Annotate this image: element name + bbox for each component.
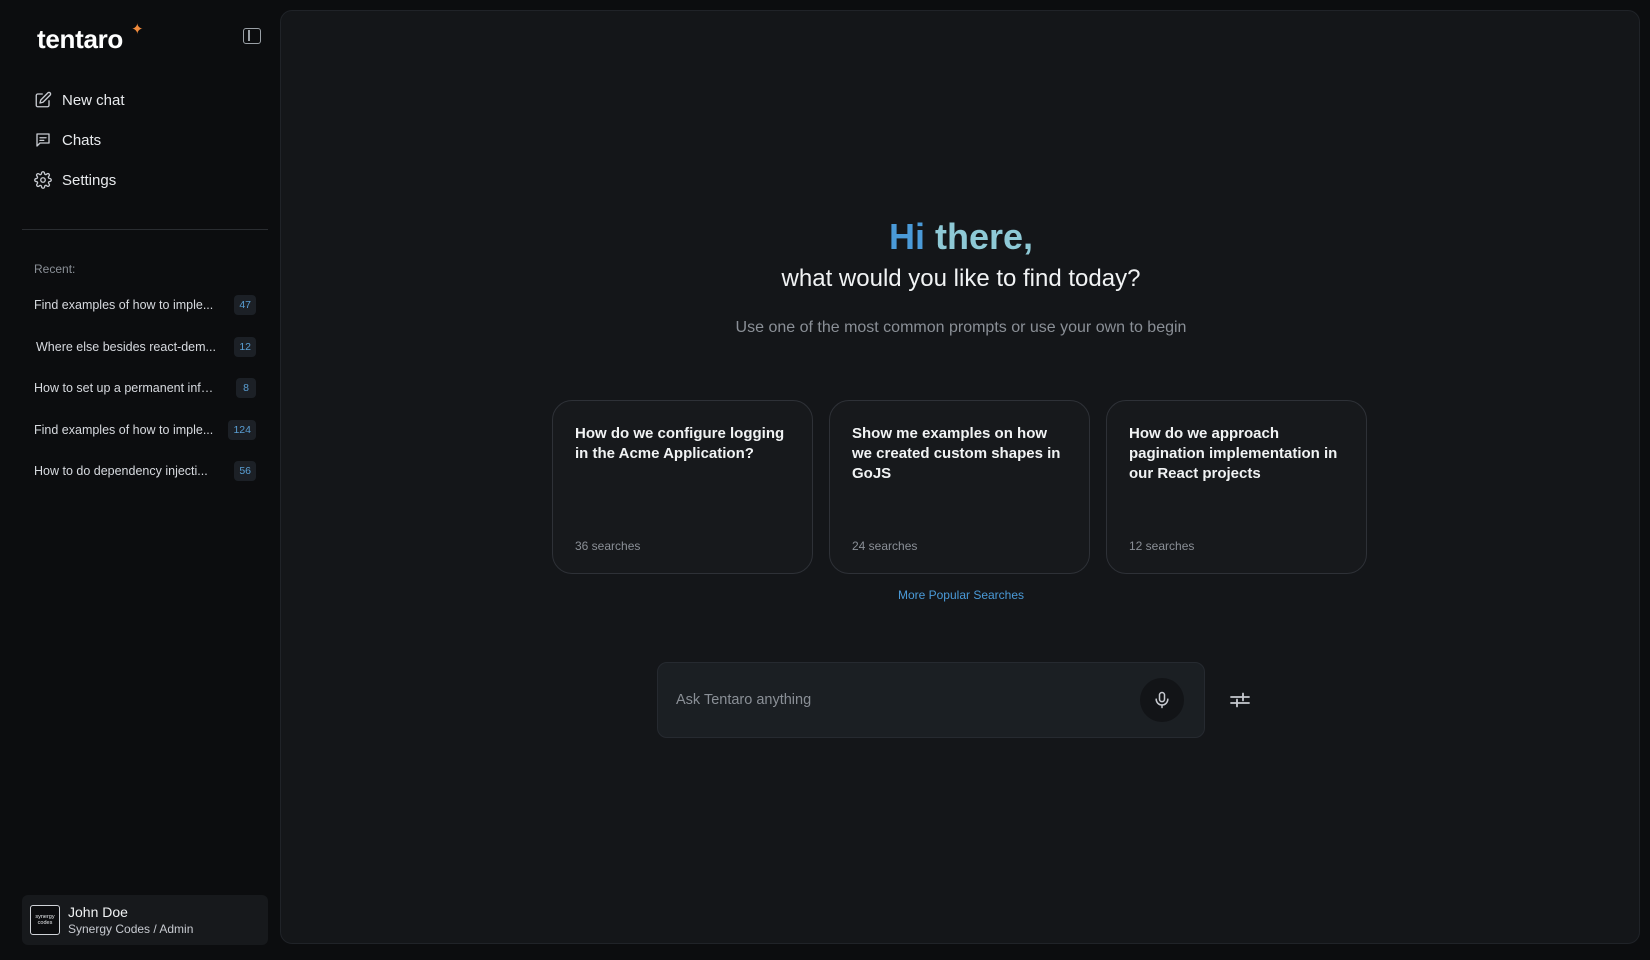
microphone-button[interactable] (1140, 678, 1184, 722)
recent-item-text: Find examples of how to imple... (34, 422, 214, 437)
sidebar-toggle-icon[interactable] (243, 28, 261, 44)
recent-count-badge: 56 (234, 461, 256, 481)
ask-input[interactable] (676, 687, 1116, 713)
recent-list: Find examples of how to imple... 47 Wher… (34, 295, 256, 503)
prompt-card[interactable]: Show me examples on how we created custo… (829, 400, 1090, 574)
greeting-hint: Use one of the most common prompts or us… (735, 319, 1187, 336)
prompt-card[interactable]: How do we configure logging in the Acme … (552, 400, 813, 574)
recent-count-badge: 12 (234, 336, 256, 357)
sidebar-item-label: New chat (62, 91, 125, 109)
prompt-cards: How do we configure logging in the Acme … (552, 400, 1367, 574)
recent-item[interactable]: How to set up a permanent info... 8 (34, 378, 256, 398)
main-panel: Hi there, what would you like to find to… (280, 10, 1640, 944)
recent-label: Recent: (34, 262, 76, 276)
greeting-there: there, (934, 216, 1034, 257)
sidebar-divider (22, 229, 268, 230)
gear-icon (34, 171, 52, 189)
recent-item[interactable]: Where else besides react-dem... 12 (34, 336, 256, 357)
prompt-card-title: How do we configure logging in the Acme … (575, 425, 785, 462)
prompt-card-title: Show me examples on how we created custo… (852, 425, 1061, 482)
greeting-title: Hi there, (281, 216, 1641, 258)
sliders-icon (1230, 692, 1250, 708)
chat-icon (36, 133, 50, 147)
prompt-card-title: How do we approach pagination implementa… (1129, 425, 1338, 482)
greeting-subtitle: what would you like to find today? (781, 265, 1141, 292)
recent-count-badge: 47 (234, 295, 256, 315)
more-popular-searches-link[interactable]: More Popular Searches (281, 588, 1641, 602)
prompt-card-count: 12 searches (1129, 539, 1195, 553)
filters-button[interactable] (1229, 691, 1251, 709)
sidebar: tentaro ✦ New chat Chats Settings Recent… (0, 0, 280, 960)
greeting-hi: Hi (888, 216, 925, 257)
user-name: John Doe (68, 904, 128, 920)
sidebar-nav: New chat Chats Settings (34, 88, 125, 208)
microphone-icon (1155, 691, 1169, 709)
avatar: synergy codes (30, 905, 60, 935)
brand-logo: tentaro (37, 24, 124, 54)
recent-count-badge: 124 (228, 419, 256, 440)
recent-item-text: Where else besides react-dem... (36, 339, 216, 354)
prompt-card[interactable]: How do we approach pagination implementa… (1106, 400, 1367, 574)
brand-star-icon: ✦ (131, 21, 144, 38)
recent-item-text: Find examples of how to imple... (34, 298, 214, 312)
sidebar-item-chats[interactable]: Chats (34, 128, 125, 152)
recent-item-text: How to do dependency injecti... (34, 464, 208, 478)
sidebar-item-label: Chats (62, 131, 102, 149)
edit-icon (35, 91, 52, 108)
sidebar-item-new-chat[interactable]: New chat (34, 88, 125, 112)
sidebar-item-settings[interactable]: Settings (34, 168, 125, 192)
app-window: tentaro ✦ New chat Chats Settings Recent… (0, 0, 1650, 960)
recent-item[interactable]: Find examples of how to imple... 47 (34, 295, 256, 315)
prompt-card-count: 24 searches (852, 539, 918, 553)
user-profile-card[interactable]: synergy codes John Doe Synergy Codes / A… (22, 895, 268, 945)
prompt-card-count: 36 searches (575, 539, 641, 553)
recent-item[interactable]: How to do dependency injecti... 56 (34, 461, 256, 481)
recent-count-badge: 8 (236, 378, 256, 398)
user-role: Synergy Codes / Admin (68, 922, 194, 936)
recent-item[interactable]: Find examples of how to imple... 124 (34, 419, 256, 440)
recent-item-text: How to set up a permanent info... (34, 381, 218, 395)
user-info: John Doe Synergy Codes / Admin (68, 904, 193, 936)
sidebar-item-label: Settings (62, 171, 117, 189)
ask-box (657, 662, 1205, 738)
